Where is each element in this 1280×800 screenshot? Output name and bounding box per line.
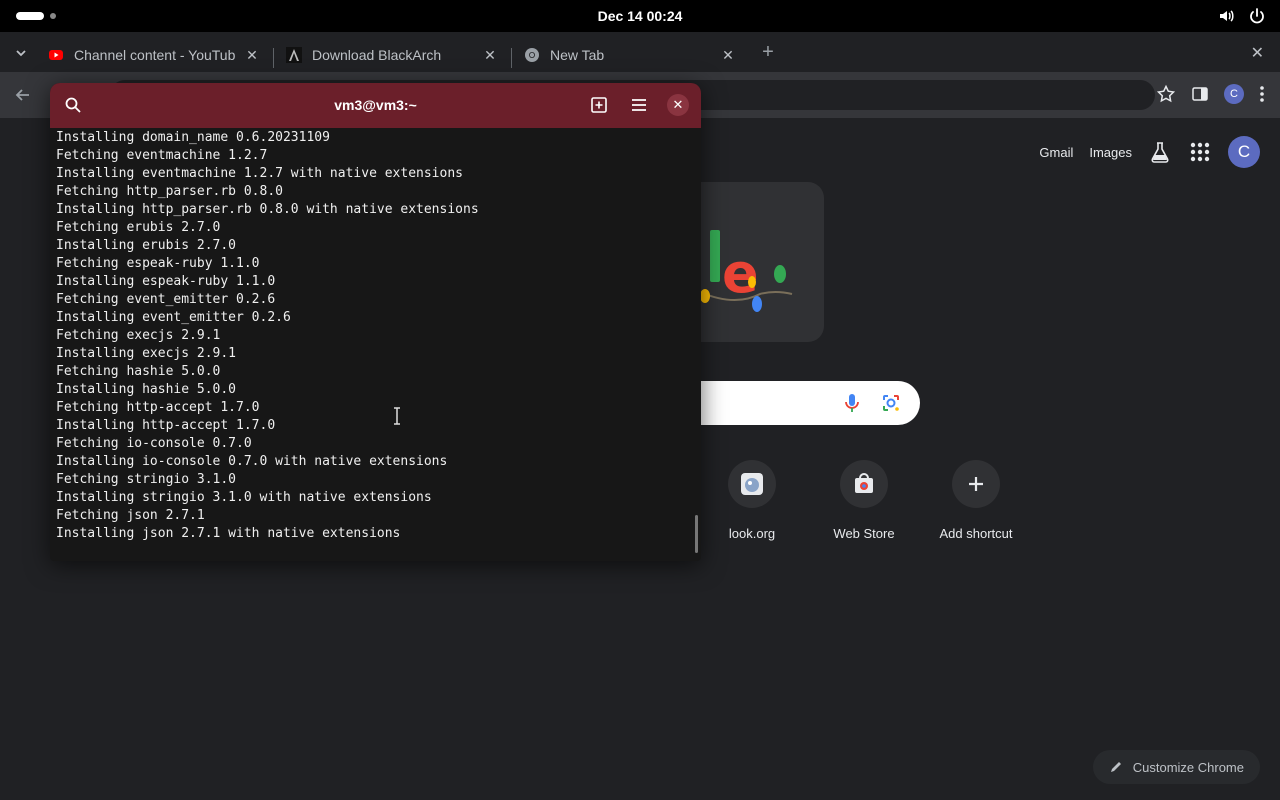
clock[interactable]: Dec 14 00:24 bbox=[0, 8, 1280, 24]
terminal-line: Installing espeak-ruby 1.1.0 bbox=[56, 274, 276, 289]
terminal-window[interactable]: vm3@vm3:~ ✕ Installing domain_name 0.6.2… bbox=[50, 83, 701, 561]
shortcut-label: look.org bbox=[728, 526, 776, 541]
tab-label: Channel content - YouTube bbox=[74, 47, 236, 63]
tab-close-icon[interactable]: ✕ bbox=[244, 47, 260, 63]
labs-flask-icon[interactable] bbox=[1148, 140, 1172, 164]
hamburger-menu-icon[interactable] bbox=[630, 96, 648, 114]
tab-close-icon[interactable]: ✕ bbox=[720, 47, 736, 63]
terminal-line: Installing domain_name 0.6.20231109 bbox=[56, 130, 330, 145]
pencil-icon bbox=[1110, 762, 1121, 772]
close-icon[interactable]: ✕ bbox=[667, 94, 689, 116]
terminal-header-bar[interactable]: vm3@vm3:~ ✕ bbox=[50, 83, 701, 128]
plus-icon bbox=[969, 477, 983, 491]
shortcut-add[interactable]: Add shortcut bbox=[920, 460, 1032, 541]
voice-search-mic-icon[interactable] bbox=[842, 392, 862, 414]
window-close-icon[interactable]: ✕ bbox=[1251, 43, 1264, 63]
volume-icon bbox=[1220, 10, 1234, 22]
web-store-icon bbox=[855, 473, 873, 493]
system-tray[interactable] bbox=[1218, 7, 1266, 25]
tab-strip: Channel content - YouTube ✕ Download Bla… bbox=[0, 32, 1280, 72]
terminal-line: Fetching http-accept 1.7.0 bbox=[56, 400, 260, 415]
shortcut-label: Web Store bbox=[833, 526, 895, 541]
search-box-icons bbox=[842, 392, 902, 414]
new-tab-button[interactable]: + bbox=[758, 42, 778, 63]
tab-new-tab[interactable]: New Tab ✕ bbox=[512, 38, 748, 72]
tab-label: Download BlackArch bbox=[312, 47, 442, 63]
terminal-line: Fetching stringio 3.1.0 bbox=[56, 472, 237, 487]
customize-chrome-label: Customize Chrome bbox=[1132, 759, 1244, 775]
bookmark-star-icon[interactable] bbox=[1156, 84, 1176, 104]
shortcut-web-store[interactable]: Web Store bbox=[808, 460, 920, 541]
new-tab-icon[interactable] bbox=[590, 96, 608, 114]
terminal-line: Fetching json 2.7.1 bbox=[56, 508, 205, 523]
terminal-scrollbar[interactable] bbox=[695, 515, 698, 553]
shortcut-icon-circle bbox=[728, 460, 776, 508]
terminal-line: Fetching http_parser.rb 0.8.0 bbox=[56, 184, 283, 199]
terminal-line: Installing erubis 2.7.0 bbox=[56, 238, 237, 253]
terminal-line: Installing http_parser.rb 0.8.0 with nat… bbox=[56, 202, 479, 217]
tab-search-chevron-icon[interactable] bbox=[12, 44, 30, 62]
terminal-output[interactable]: Installing domain_name 0.6.20231109 Fetch… bbox=[56, 129, 686, 553]
terminal-line: Fetching eventmachine 1.2.7 bbox=[56, 148, 268, 163]
terminal-line: Fetching io-console 0.7.0 bbox=[56, 436, 252, 451]
profile-avatar[interactable]: C bbox=[1224, 84, 1244, 104]
gmail-link[interactable]: Gmail bbox=[1039, 145, 1073, 160]
terminal-line: Fetching erubis 2.7.0 bbox=[56, 220, 221, 235]
chrome-icon bbox=[525, 48, 539, 62]
desktop: Dec 14 00:24 Channel content - YouTube ✕ bbox=[0, 0, 1280, 800]
gimp-icon bbox=[741, 473, 763, 495]
terminal-line: Installing eventmachine 1.2.7 with nativ… bbox=[56, 166, 463, 181]
terminal-line: Installing json 2.7.1 with native extens… bbox=[56, 526, 401, 541]
terminal-line: Installing io-console 0.7.0 with native … bbox=[56, 454, 448, 469]
terminal-line: Fetching execjs 2.9.1 bbox=[56, 328, 221, 343]
terminal-line: Installing execjs 2.9.1 bbox=[56, 346, 237, 361]
tab-blackarch[interactable]: Download BlackArch ✕ bbox=[274, 38, 510, 72]
shortcut-icon-circle bbox=[840, 460, 888, 508]
terminal-line: Fetching espeak-ruby 1.1.0 bbox=[56, 256, 260, 271]
ntp-top-links: Gmail Images C bbox=[1039, 136, 1260, 168]
terminal-line: Installing hashie 5.0.0 bbox=[56, 382, 237, 397]
side-panel-icon[interactable] bbox=[1190, 84, 1210, 104]
customize-chrome-button[interactable]: Customize Chrome bbox=[1092, 750, 1260, 784]
terminal-line: Fetching hashie 5.0.0 bbox=[56, 364, 221, 379]
terminal-line: Installing event_emitter 0.2.6 bbox=[56, 310, 291, 325]
svg-text:e: e bbox=[722, 242, 759, 305]
shortcut-look-org[interactable]: look.org bbox=[696, 460, 808, 541]
youtube-icon bbox=[49, 50, 63, 60]
tab-youtube[interactable]: Channel content - YouTube ✕ bbox=[36, 38, 272, 72]
blackarch-icon bbox=[286, 47, 302, 63]
back-arrow-icon[interactable] bbox=[14, 86, 32, 104]
power-icon bbox=[1250, 8, 1264, 24]
images-link[interactable]: Images bbox=[1089, 145, 1132, 160]
google-apps-icon[interactable] bbox=[1188, 140, 1212, 164]
chrome-menu-icon[interactable] bbox=[1258, 84, 1266, 104]
tab-close-icon[interactable]: ✕ bbox=[482, 47, 498, 63]
tab-label: New Tab bbox=[550, 47, 605, 63]
shortcut-label: Add shortcut bbox=[939, 526, 1013, 541]
text-cursor-icon bbox=[394, 407, 400, 425]
terminal-line: Installing http-accept 1.7.0 bbox=[56, 418, 276, 433]
terminal-line: Installing stringio 3.1.0 with native ex… bbox=[56, 490, 432, 505]
google-lens-icon[interactable] bbox=[880, 392, 902, 414]
system-top-bar: Dec 14 00:24 bbox=[0, 0, 1280, 32]
terminal-line: Fetching event_emitter 0.2.6 bbox=[56, 292, 276, 307]
google-account-avatar[interactable]: C bbox=[1228, 136, 1260, 168]
shortcut-icon-circle bbox=[952, 460, 1000, 508]
toolbar-actions: C bbox=[1156, 84, 1266, 104]
